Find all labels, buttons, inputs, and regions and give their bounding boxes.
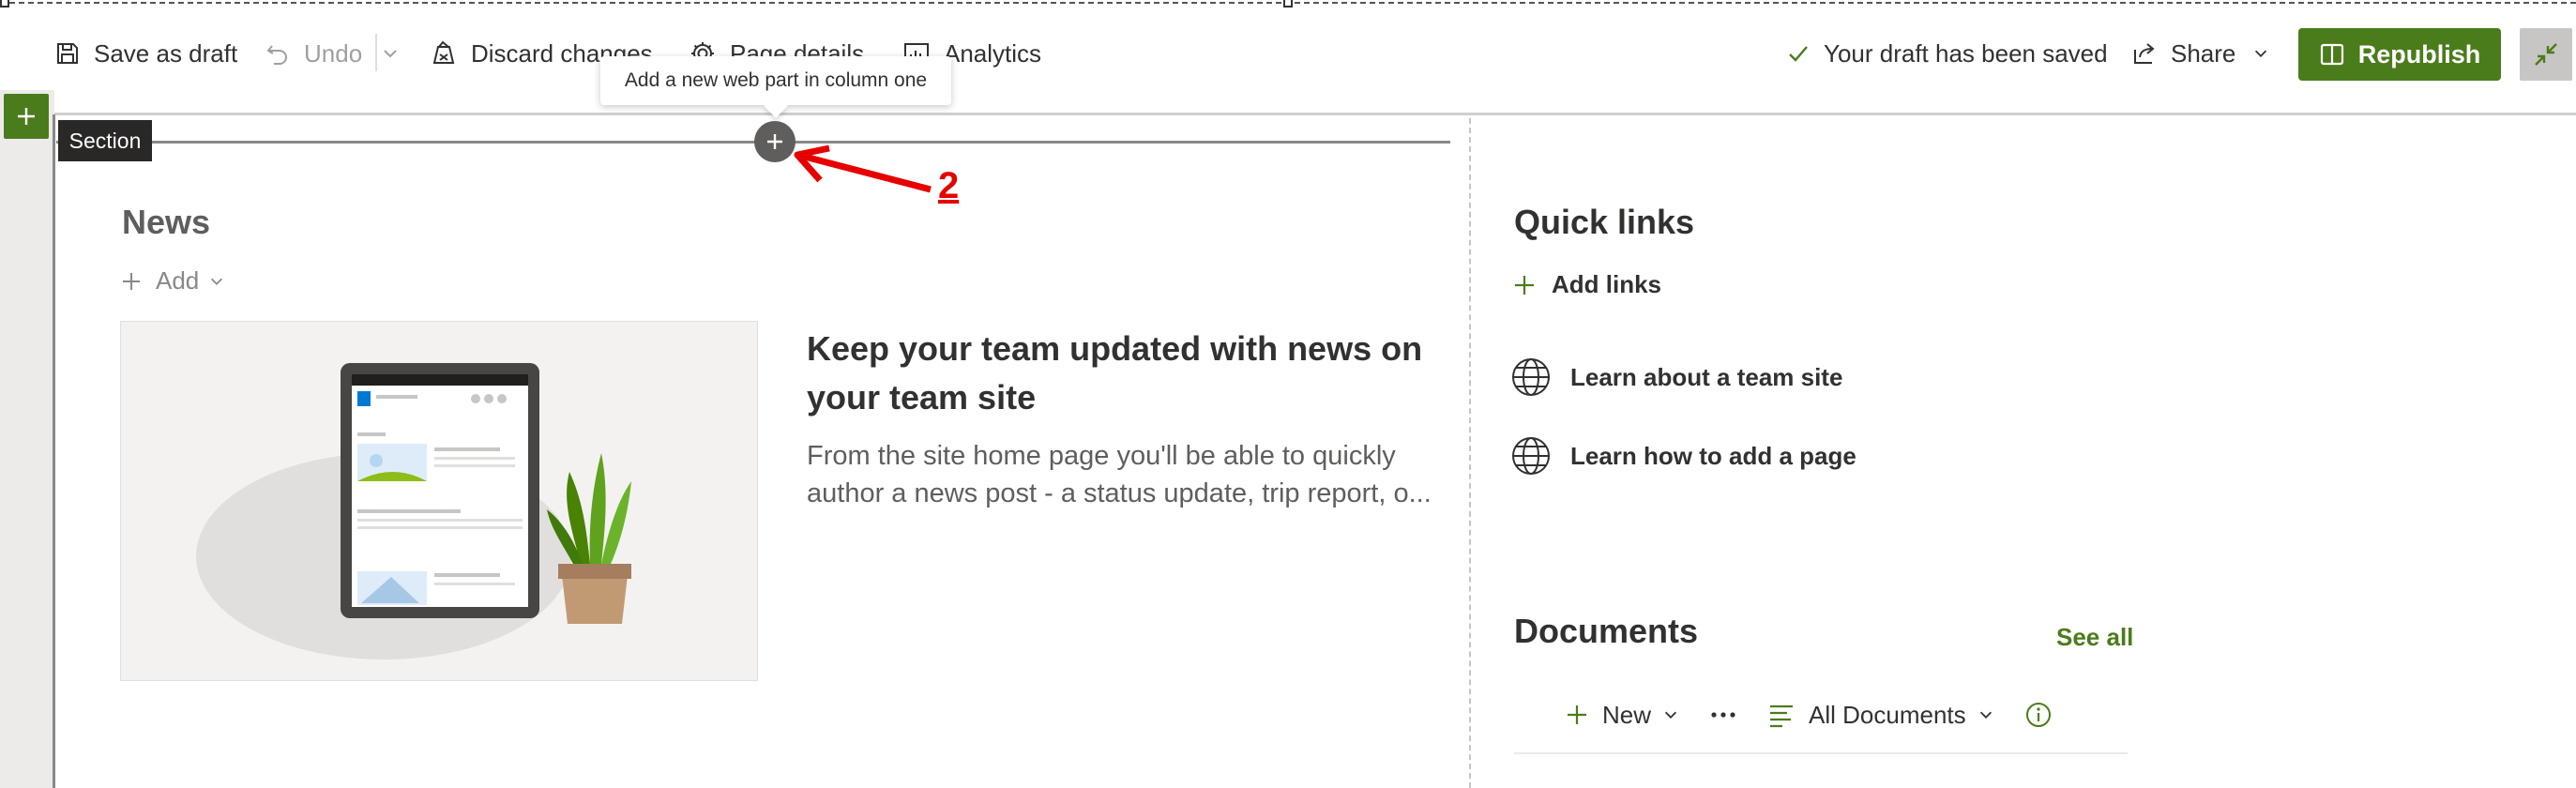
view-label: All Documents (1809, 700, 1966, 729)
documents-title: Documents (1514, 612, 1699, 650)
quick-link-label: Learn how to add a page (1570, 441, 1856, 470)
share-label: Share (2171, 38, 2236, 68)
discard-icon (432, 40, 455, 64)
column-divider (1469, 118, 1471, 788)
new-document-button[interactable]: New (1565, 701, 1679, 730)
save-status: Your draft has been saved (1786, 32, 2108, 75)
news-illustration[interactable] (120, 321, 758, 681)
documents-command-bar: New All Documents (1565, 696, 2083, 734)
news-description: From the site home page you'll be able t… (807, 441, 1432, 508)
info-icon (2025, 703, 2051, 727)
plus-icon (18, 108, 35, 125)
analytics-label: Analytics (944, 38, 1042, 68)
section-top-line (56, 141, 1450, 144)
chevron-down-icon (1664, 711, 1677, 719)
more-options-button[interactable] (1709, 710, 1737, 720)
book-icon (2320, 43, 2343, 66)
globe-icon (1512, 358, 1550, 396)
new-label: New (1602, 700, 1652, 729)
toolbar-divider (375, 34, 377, 71)
column-border (53, 114, 55, 788)
toolbar-bottom-rule (53, 113, 2576, 115)
news-add-button[interactable]: Add (120, 266, 238, 296)
plus-icon (1568, 705, 1586, 724)
share-button[interactable]: Share (2131, 32, 2269, 75)
info-button[interactable] (2024, 701, 2053, 729)
quick-links-title: Quick links (1514, 203, 1695, 241)
quick-link-label: Learn about a team site (1570, 362, 1843, 391)
annotation-arrow (794, 144, 932, 193)
plus-icon (123, 272, 140, 290)
news-add-label: Add (156, 266, 200, 295)
more-icon (1711, 712, 1735, 718)
plus-icon (767, 134, 782, 149)
undo-dropdown[interactable] (381, 32, 413, 75)
add-webpart-tooltip: Add a new web part in column one (600, 56, 951, 105)
chevron-down-icon (2255, 50, 2267, 57)
check-icon (1789, 46, 1808, 62)
documents-header-rule (1514, 752, 2128, 754)
quick-link-item[interactable]: Learn about a team site (1510, 356, 1842, 398)
command-bar: Save as draft Undo Discard changes Page … (0, 8, 2576, 101)
republish-label: Republish (2357, 39, 2481, 68)
add-section-button[interactable] (4, 94, 49, 139)
quick-link-item[interactable]: Learn how to add a page (1510, 435, 1856, 477)
share-icon (2134, 43, 2155, 64)
annotation-number: 2 (938, 165, 960, 206)
resize-handle[interactable] (1283, 0, 1293, 8)
republish-button[interactable]: Republish (2298, 28, 2501, 81)
plus-icon (1515, 275, 1534, 295)
section-label: Section (58, 120, 152, 161)
undo-icon (266, 45, 287, 65)
globe-icon (1512, 437, 1550, 475)
resize-handle[interactable] (0, 0, 9, 8)
view-list-icon (1770, 705, 1794, 728)
save-status-text: Your draft has been saved (1824, 38, 2108, 68)
news-heading[interactable]: Keep your team updated with news on your… (807, 325, 1445, 422)
chevron-down-icon (211, 278, 223, 285)
add-links-label: Add links (1552, 270, 1662, 298)
view-selector[interactable]: All Documents (1767, 701, 1994, 730)
save-draft-button[interactable]: Save as draft (54, 32, 237, 75)
see-all-link[interactable]: See all (2056, 623, 2133, 652)
news-title: News (122, 203, 211, 241)
chevron-down-icon (384, 50, 397, 58)
save-icon (57, 43, 78, 64)
left-rail (0, 90, 54, 788)
undo-button[interactable]: Undo (265, 32, 362, 75)
undo-label: Undo (304, 38, 363, 68)
add-links-button[interactable]: Add links (1512, 270, 1661, 299)
collapse-button[interactable] (2520, 28, 2572, 81)
chevron-down-icon (1979, 711, 1992, 719)
save-draft-label: Save as draft (94, 38, 238, 68)
collapse-icon (2535, 43, 2557, 66)
